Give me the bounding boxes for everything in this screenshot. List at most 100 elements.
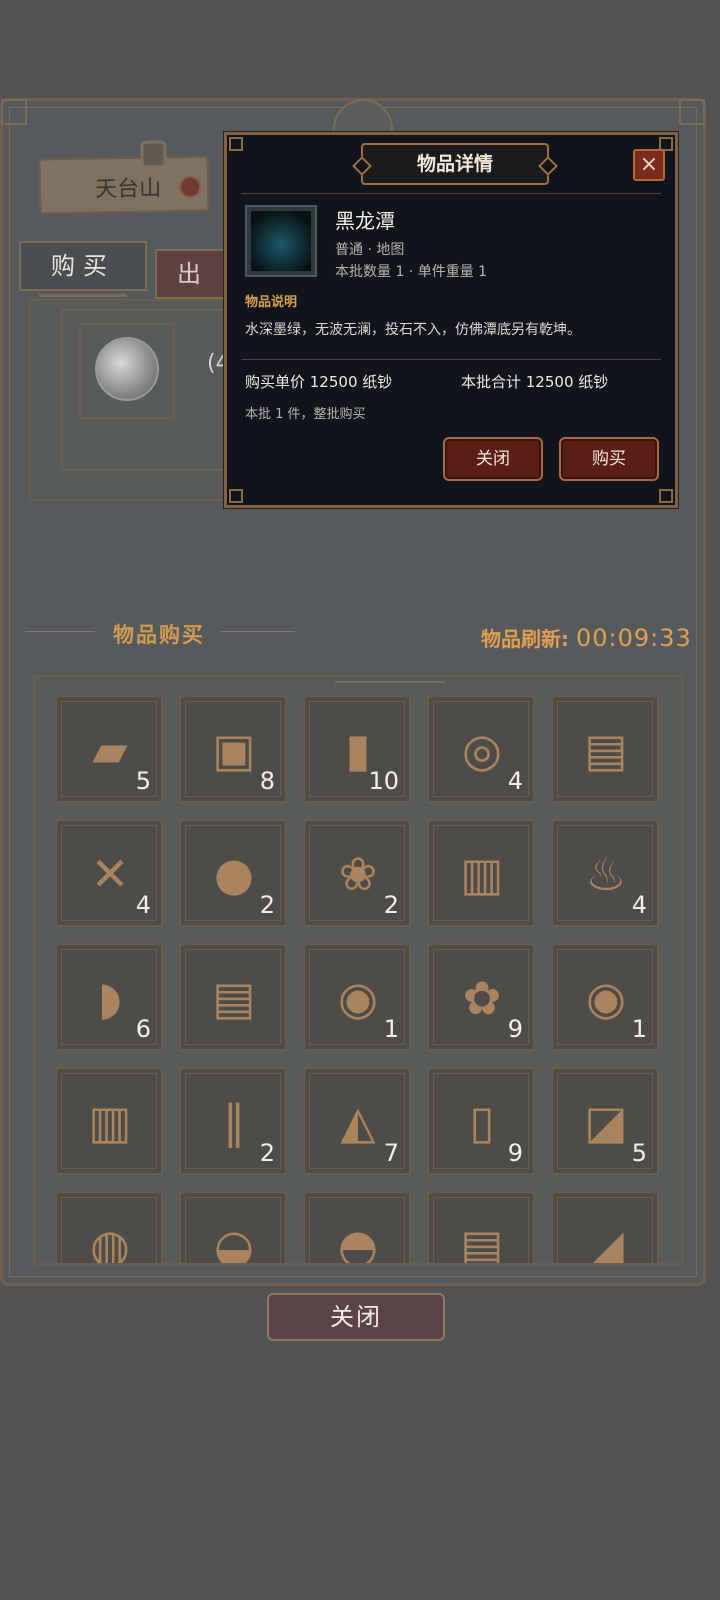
fire-orb-icon: ◉: [337, 971, 379, 1025]
item-slot[interactable]: ◓: [303, 1191, 411, 1265]
dialog-close-button[interactable]: 关闭: [443, 437, 543, 481]
medicine-jar-icon: ▯: [469, 1095, 495, 1149]
item-quantity: 10: [368, 767, 399, 795]
incense-burner-icon: ♨: [585, 847, 627, 901]
item-quantity: 2: [259, 891, 275, 919]
close-icon[interactable]: ×: [633, 149, 665, 181]
dark-book-icon: ▥: [460, 847, 504, 901]
ornament-icon: [333, 99, 393, 135]
manual-book-icon: ▤: [460, 1219, 504, 1265]
location-sign: 天台山: [38, 140, 210, 215]
item-slot[interactable]: ▤: [179, 943, 287, 1051]
thread-spool-icon: ◍: [89, 1219, 131, 1265]
item-slot[interactable]: ∥ 2: [179, 1067, 287, 1175]
item-name: 黑龙潭: [335, 209, 395, 233]
description-text: 水深墨绿，无波无澜，投石不入，仿佛潭底另有乾坤。: [245, 322, 581, 338]
batch-note: 本批 1 件，整批购买: [245, 407, 366, 422]
item-slot[interactable]: ▤: [551, 695, 659, 803]
currency-slot: [79, 323, 175, 419]
blue-book-icon: ▥: [88, 1095, 132, 1149]
cloth-sack-icon: ◒: [213, 1219, 255, 1265]
currency-box: [61, 309, 231, 471]
item-slot[interactable]: ▰ 5: [55, 695, 163, 803]
corner-ornament-icon: [1, 99, 27, 125]
tattered-cloth-icon: ▰: [92, 723, 128, 777]
item-slot[interactable]: ▤: [427, 1191, 535, 1265]
item-slot[interactable]: ◪ 5: [551, 1067, 659, 1175]
item-quantity: 7: [383, 1139, 399, 1167]
description-title: 物品说明: [245, 295, 298, 310]
item-quantity: 5: [631, 1139, 647, 1167]
item-quantity: 6: [135, 1015, 151, 1043]
item-slot[interactable]: ▮ 10: [303, 695, 411, 803]
grain-sack-icon: ◭: [340, 1095, 376, 1149]
tab-sell[interactable]: 出: [155, 249, 231, 299]
item-slot[interactable]: ● 2: [179, 819, 287, 927]
item-quantity: 4: [631, 891, 647, 919]
silver-coin-icon: [95, 337, 159, 401]
refresh-timer: 物品刷新: 00:09:33: [481, 623, 692, 652]
item-slot[interactable]: ✿ 9: [427, 943, 535, 1051]
total-price: 本批合计 12500 纸钞: [461, 373, 609, 391]
tab-buy[interactable]: 购买: [19, 241, 147, 297]
item-type: 普通 · 地图: [335, 242, 405, 258]
fire-orb-icon: ◉: [585, 971, 627, 1025]
divider: [221, 631, 295, 632]
item-quantity: 9: [507, 1015, 523, 1043]
item-quantity: 1: [631, 1015, 647, 1043]
item-detail-dialog: 物品详情 × 黑龙潭 普通 · 地图 本批数量 1 · 单件重量 1 物品说明 …: [224, 132, 678, 508]
clip-icon: [140, 140, 167, 169]
tab-underline: [39, 294, 127, 297]
item-slot[interactable]: ◭ 7: [303, 1067, 411, 1175]
dialog-title: 物品详情: [361, 143, 549, 185]
item-thumbnail-icon: [245, 205, 317, 277]
herb-leaves-icon: ✿: [462, 971, 502, 1025]
item-slot[interactable]: ◢: [551, 1191, 659, 1265]
scripture-book-icon: ▤: [584, 723, 628, 777]
item-slot[interactable]: ♨ 4: [551, 819, 659, 927]
item-slot[interactable]: ▣ 8: [179, 695, 287, 803]
dialog-buy-button[interactable]: 购买: [559, 437, 659, 481]
dark-cloth-icon: ◢: [588, 1219, 624, 1265]
close-button[interactable]: 关闭: [267, 1293, 445, 1341]
porcelain-jar-icon: ●: [213, 847, 255, 901]
item-quantity: 8: [259, 767, 275, 795]
bone-icon: ✕: [90, 847, 130, 901]
item-grid: ▰ 5 ▣ 8 ▮ 10 ◎ 4 ▤ ✕ 4 ● 2 ❀ 2 ▥ ♨ 4 ◗ 6 ▤ ◉ 1 ✿ 9 ◉ 1 ▥ ∥ 2 ◭ 7 ▯ 9 ◪ 5 ◍ ◒ ◓…: [33, 675, 683, 1265]
corner-ornament-icon: [679, 99, 705, 125]
item-slot[interactable]: ▥: [55, 1067, 163, 1175]
item-slot[interactable]: ▯ 9: [427, 1067, 535, 1175]
old-book-icon: ▤: [212, 971, 256, 1025]
unit-price: 购买单价 12500 纸钞: [245, 373, 393, 391]
item-slot[interactable]: ❀ 2: [303, 819, 411, 927]
item-quantity: 5: [135, 767, 151, 795]
pearl-box-icon: ❀: [338, 847, 378, 901]
item-slot[interactable]: ◒: [179, 1191, 287, 1265]
divider: [241, 359, 661, 360]
section-title: 物品购买: [113, 623, 205, 647]
item-quantity: 4: [507, 767, 523, 795]
item-quantity: 9: [507, 1139, 523, 1167]
corner-ornament-icon: [229, 489, 243, 503]
item-slot[interactable]: ◍: [55, 1191, 163, 1265]
red-sticks-icon: ∥: [222, 1095, 246, 1149]
location-name: 天台山: [94, 176, 162, 203]
dark-bowl-icon: ◓: [337, 1219, 379, 1265]
item-slot[interactable]: ◉ 1: [303, 943, 411, 1051]
item-slot[interactable]: ✕ 4: [55, 819, 163, 927]
paper-scroll-icon: ◪: [584, 1095, 628, 1149]
item-batch: 本批数量 1 · 单件重量 1: [335, 264, 488, 280]
seal-icon: [178, 175, 202, 199]
item-slot[interactable]: ◗ 6: [55, 943, 163, 1051]
ornament-icon: [335, 677, 445, 683]
item-slot[interactable]: ◎ 4: [427, 695, 535, 803]
corner-ornament-icon: [659, 489, 673, 503]
divider: [241, 193, 661, 194]
tab-buy-label: 购买: [51, 252, 115, 280]
item-slot[interactable]: ▥: [427, 819, 535, 927]
item-slot[interactable]: ◉ 1: [551, 943, 659, 1051]
rope-coil-icon: ◎: [461, 723, 503, 777]
shop-screen: 天台山 购买 出 (4 物品购买 物品刷新: 00:09:33 ▰ 5 ▣ 8 …: [0, 0, 720, 1600]
corner-ornament-icon: [229, 137, 243, 151]
refresh-countdown: 00:09:33: [575, 624, 692, 652]
